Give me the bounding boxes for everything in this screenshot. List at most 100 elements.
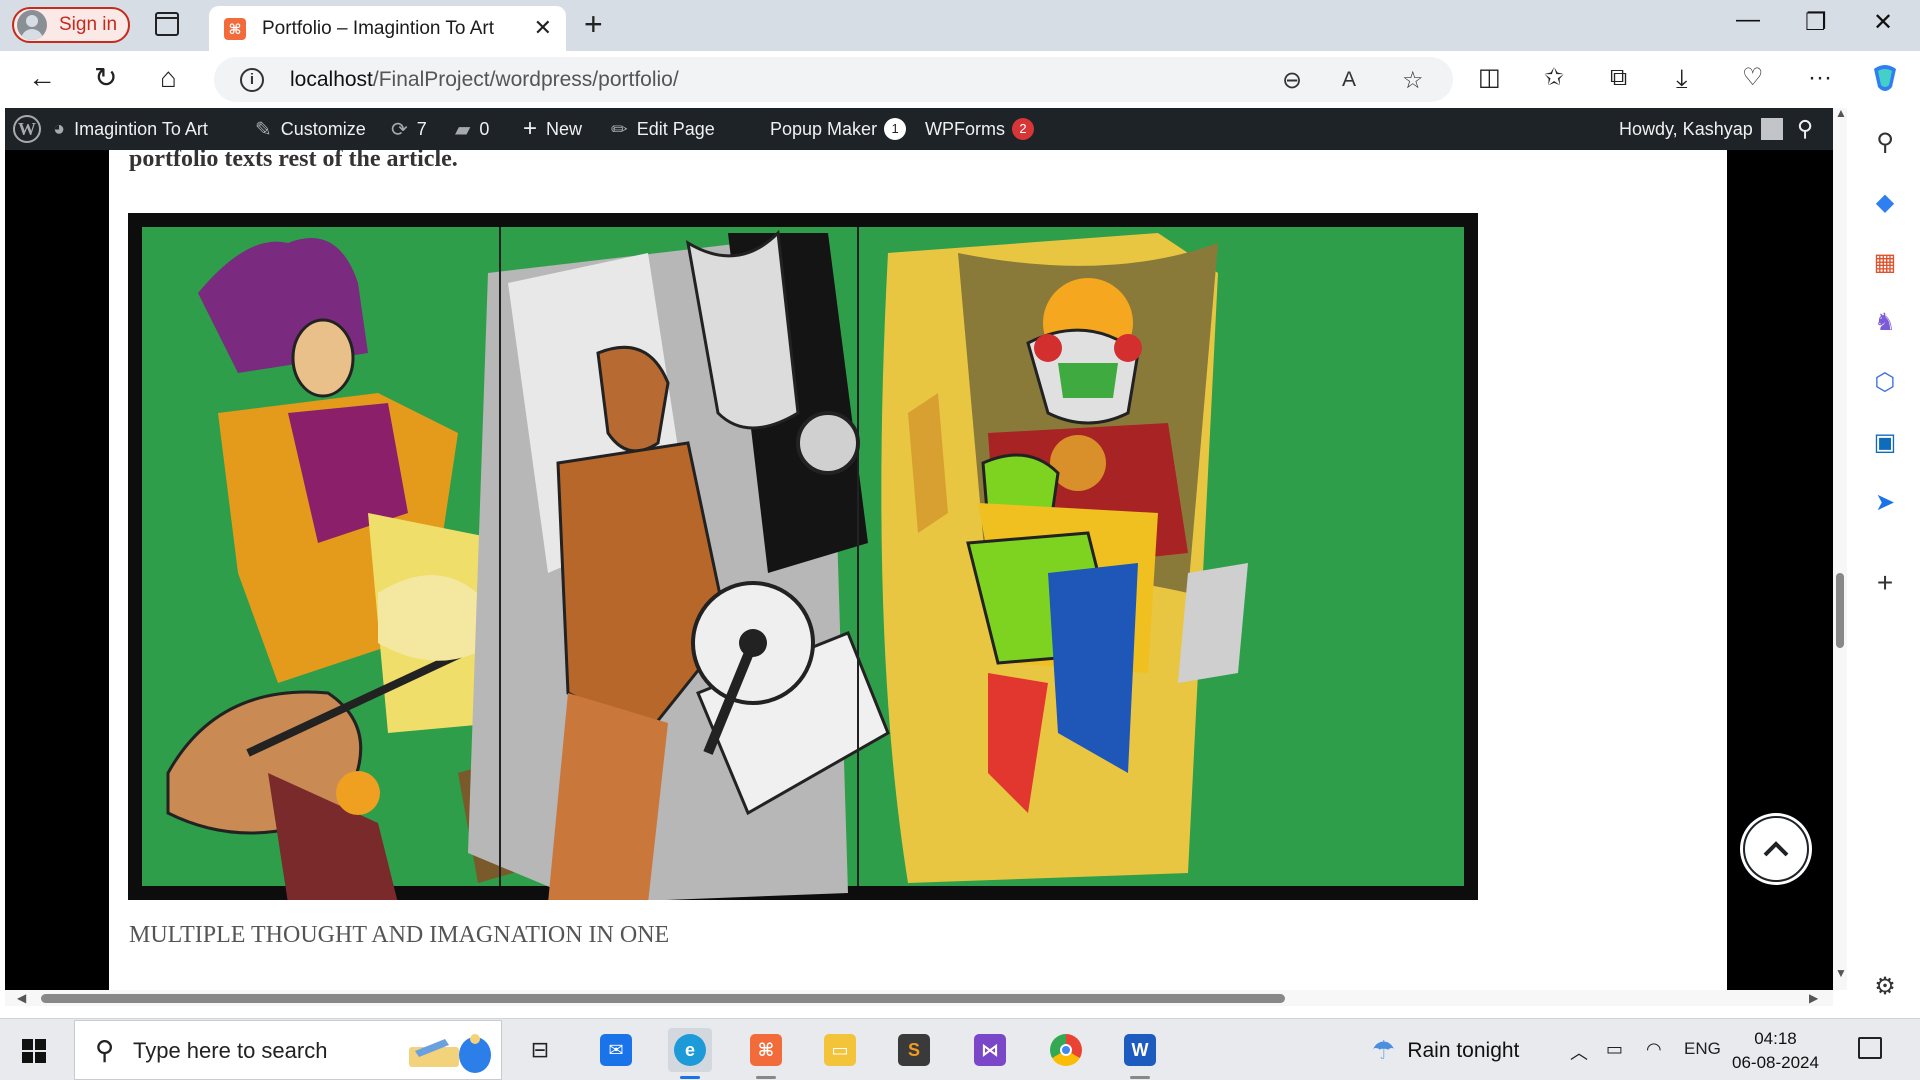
wp-site-name: Imagintion To Art: [74, 118, 208, 139]
system-clock[interactable]: 04:18 06-08-2024: [1732, 1027, 1819, 1075]
clock-date: 06-08-2024: [1732, 1053, 1819, 1072]
wp-wpforms-label: WPForms: [925, 118, 1005, 139]
sublime-text-app[interactable]: S: [892, 1028, 936, 1072]
weather-widget[interactable]: ☂ Rain tonight: [1372, 1035, 1519, 1066]
tab-title: Portfolio – Imagintion To Art: [262, 17, 494, 39]
back-arrow-icon[interactable]: ←: [28, 63, 56, 93]
outlook-icon[interactable]: ▣: [1872, 430, 1898, 456]
wp-howdy-label: Howdy, Kashyap: [1619, 118, 1753, 139]
scroll-down-arrow-icon[interactable]: ▼: [1835, 966, 1847, 980]
search-icon[interactable]: ⚲: [1872, 130, 1898, 156]
collections-icon[interactable]: ⧉: [1610, 63, 1627, 93]
paintbrush-icon: ✎: [255, 118, 272, 141]
windows-start-icon[interactable]: [22, 1039, 46, 1063]
running-app-indicator: [756, 1076, 776, 1079]
add-sidebar-app-icon[interactable]: +: [1872, 569, 1898, 597]
wp-customize-label: Customize: [280, 118, 366, 139]
show-hidden-icons-icon[interactable]: ︿: [1570, 1039, 1588, 1065]
tab-actions-icon[interactable]: [155, 12, 179, 36]
browser-essentials-icon[interactable]: ♡: [1742, 63, 1764, 93]
tools-icon[interactable]: ▦: [1872, 250, 1898, 276]
file-explorer-app[interactable]: ▭: [818, 1028, 862, 1072]
xampp-app[interactable]: ⌘: [744, 1028, 788, 1079]
browser-title-bar: Sign in ⌘ Portfolio – Imagintion To Art …: [0, 0, 1920, 51]
wp-updates-link[interactable]: ⟳ 7: [391, 108, 427, 150]
visual-studio-icon: ⋈: [974, 1034, 1006, 1066]
vertical-scrollbar[interactable]: ▲ ▼: [1833, 106, 1847, 990]
scroll-up-arrow-icon[interactable]: ▲: [1835, 106, 1847, 120]
downloads-icon[interactable]: ⤓: [1676, 63, 1688, 93]
vertical-scroll-thumb[interactable]: [1836, 573, 1844, 648]
popup-maker-count-badge: 1: [884, 118, 907, 140]
taskbar-search-placeholder: Type here to search: [133, 1038, 328, 1063]
mail-app[interactable]: ✉: [594, 1028, 638, 1072]
active-tab[interactable]: ⌘ Portfolio – Imagintion To Art ✕: [209, 6, 566, 51]
xampp-favicon-icon: ⌘: [224, 17, 246, 40]
wp-my-account-menu[interactable]: Howdy, Kashyap: [1619, 108, 1783, 150]
home-icon[interactable]: ⌂: [160, 63, 177, 93]
scroll-left-arrow-icon[interactable]: ◀: [17, 991, 26, 1005]
chrome-app[interactable]: [1044, 1028, 1088, 1072]
language-indicator[interactable]: ENG: [1684, 1039, 1721, 1059]
restore-icon[interactable]: ❐: [1805, 8, 1827, 37]
wp-new-menu[interactable]: + New: [523, 108, 582, 150]
new-tab-icon[interactable]: +: [584, 6, 603, 43]
split-screen-icon[interactable]: ◫: [1478, 63, 1501, 93]
scroll-to-top-button[interactable]: [1743, 816, 1809, 882]
chrome-icon: [1050, 1034, 1082, 1066]
search-highlight-illustration-icon: [409, 1034, 491, 1073]
address-bar[interactable]: i localhost/FinalProject/wordpress/portf…: [214, 57, 1453, 102]
url-text[interactable]: localhost/FinalProject/wordpress/portfol…: [290, 68, 679, 92]
word-icon: W: [1124, 1034, 1156, 1066]
close-tab-icon[interactable]: ✕: [534, 15, 552, 41]
microsoft-365-icon[interactable]: ⬡: [1872, 370, 1898, 396]
close-window-icon[interactable]: ✕: [1873, 8, 1893, 37]
more-options-icon[interactable]: ···: [1808, 63, 1832, 93]
page-viewport: portfolio texts rest of the article. MUL…: [5, 150, 1833, 990]
drop-icon[interactable]: ➤: [1872, 490, 1898, 516]
notification-center-icon[interactable]: [1858, 1037, 1882, 1059]
zoom-out-icon[interactable]: ⊖: [1282, 66, 1302, 95]
taskbar-search-box[interactable]: ⚲ Type here to search: [74, 1020, 502, 1080]
copilot-icon[interactable]: [1868, 61, 1902, 101]
read-aloud-icon[interactable]: A: [1342, 68, 1356, 92]
games-icon[interactable]: ♞: [1872, 310, 1898, 336]
shopping-tag-icon[interactable]: ◆: [1872, 190, 1898, 216]
edge-app[interactable]: e: [668, 1028, 712, 1079]
horizontal-scrollbar[interactable]: ◀ ▶: [5, 990, 1833, 1006]
updates-icon: ⟳: [391, 118, 408, 141]
sidebar-settings-gear-icon[interactable]: ⚙: [1872, 974, 1898, 1000]
weather-text: Rain tonight: [1407, 1038, 1520, 1062]
xampp-icon: ⌘: [750, 1034, 782, 1066]
battery-icon[interactable]: ▭: [1606, 1039, 1623, 1060]
scroll-right-arrow-icon[interactable]: ▶: [1809, 991, 1818, 1005]
wp-customize-link[interactable]: ✎ Customize: [255, 108, 366, 150]
active-app-indicator: [680, 1076, 700, 1079]
wp-site-name-menu[interactable]: ◕ Imagintion To Art: [53, 108, 208, 150]
refresh-icon[interactable]: ↻: [94, 63, 117, 93]
wifi-icon[interactable]: ◠: [1646, 1039, 1662, 1060]
favorites-icon[interactable]: ✩: [1544, 63, 1564, 93]
wp-edit-page-link[interactable]: ✏ Edit Page: [611, 108, 715, 150]
minimize-icon[interactable]: —: [1736, 6, 1760, 34]
task-view-app[interactable]: ⊟: [518, 1028, 562, 1072]
sign-in-button[interactable]: Sign in: [12, 7, 130, 43]
site-info-icon[interactable]: i: [240, 68, 264, 92]
rain-umbrella-icon: ☂: [1372, 1035, 1396, 1065]
wp-edit-page-label: Edit Page: [636, 118, 715, 139]
dashboard-icon: ◕: [53, 117, 66, 140]
image-caption: MULTIPLE THOUGHT AND IMAGNATION IN ONE: [129, 922, 670, 948]
favorite-star-icon[interactable]: ☆: [1402, 66, 1424, 95]
mail-envelope-icon: ✉: [600, 1034, 632, 1066]
portfolio-painting-image: [128, 213, 1478, 903]
word-app[interactable]: W: [1118, 1028, 1162, 1079]
wp-popup-maker-menu[interactable]: Popup Maker 1: [770, 108, 907, 150]
wp-logo-menu[interactable]: W: [13, 108, 41, 150]
visual-studio-app[interactable]: ⋈: [968, 1028, 1012, 1072]
edge-browser-icon: e: [674, 1034, 706, 1066]
wp-comments-link[interactable]: ▰ 0: [455, 108, 489, 150]
horizontal-scroll-thumb[interactable]: [41, 994, 1285, 1003]
wp-wpforms-menu[interactable]: WPForms 2: [925, 108, 1034, 150]
wp-search-icon[interactable]: ⚲: [1797, 108, 1813, 150]
edge-sidebar: ⚲ ◆ ▦ ♞ ⬡ ▣ ➤ + ⚙: [1850, 108, 1920, 1018]
